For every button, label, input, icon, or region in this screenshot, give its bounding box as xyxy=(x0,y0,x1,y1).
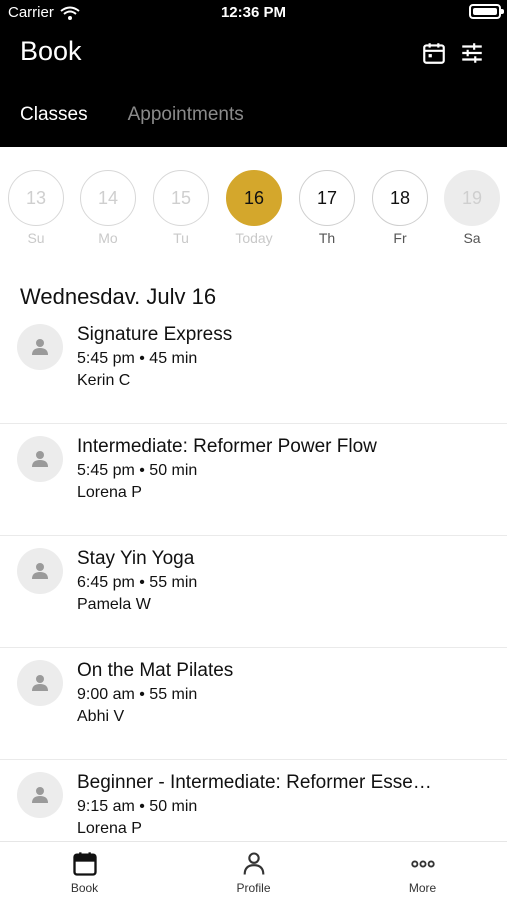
avatar xyxy=(17,324,63,370)
avatar xyxy=(17,436,63,482)
class-name: Stay Yin Yoga xyxy=(77,548,195,569)
class-name: Intermediate: Reformer Power Flow xyxy=(77,436,377,457)
person-icon xyxy=(243,852,264,875)
battery-icon xyxy=(469,4,504,19)
filter-sliders-icon[interactable] xyxy=(459,40,485,66)
page-title: Book xyxy=(20,36,82,66)
calendar-icon xyxy=(72,852,97,876)
class-instructor: Lorena P xyxy=(77,820,142,837)
date-strip: 13 Su 14 Mo 15 Tu 16 Today 17 Th 18 Fr 1… xyxy=(0,170,507,250)
class-name: Signature Express xyxy=(77,324,233,345)
date-13[interactable]: 13 Su xyxy=(8,170,64,246)
class-item[interactable]: Beginner - Intermediate: Reformer Esse… … xyxy=(0,760,507,840)
tabbar-profile[interactable]: Profile xyxy=(169,842,338,900)
tabbar-label: Profile xyxy=(236,881,271,895)
date-number: 17 xyxy=(299,170,355,226)
person-icon xyxy=(32,451,48,467)
avatar xyxy=(17,660,63,706)
header: Carrier 12:36 PM Book Classes Appointmen… xyxy=(0,0,507,147)
class-time: 5:45 pm • 45 min xyxy=(77,350,198,367)
class-item[interactable]: On the Mat Pilates 9:00 am • 55 min Abhi… xyxy=(0,648,507,760)
date-19[interactable]: 19 Sa xyxy=(444,170,500,246)
date-label: Fr xyxy=(393,230,407,246)
class-name: Beginner - Intermediate: Reformer Esse… xyxy=(77,772,432,793)
date-label: Sa xyxy=(463,230,481,246)
class-time: 9:15 am • 50 min xyxy=(77,798,198,815)
person-icon xyxy=(32,339,48,355)
tabbar-book[interactable]: Book xyxy=(0,842,169,900)
date-number: 14 xyxy=(80,170,136,226)
tabbar-label: Book xyxy=(70,881,99,895)
class-name: On the Mat Pilates xyxy=(77,660,234,681)
more-dots-icon xyxy=(410,860,435,868)
date-heading: Wednesdav. Julv 16 xyxy=(20,284,217,309)
class-list: Signature Express 5:45 pm • 45 min Kerin… xyxy=(0,312,507,840)
avatar xyxy=(17,548,63,594)
class-instructor: Pamela W xyxy=(77,596,151,613)
tabs: Classes Appointments xyxy=(20,104,244,126)
status-bar: Carrier 12:36 PM xyxy=(0,0,507,26)
class-item[interactable]: Stay Yin Yoga 6:45 pm • 55 min Pamela W xyxy=(0,536,507,648)
person-icon xyxy=(32,787,48,803)
class-instructor: Lorena P xyxy=(77,484,142,501)
date-label: Su xyxy=(27,230,45,246)
date-label: Tu xyxy=(173,230,189,246)
class-time: 9:00 am • 55 min xyxy=(77,686,198,703)
tab-appointments[interactable]: Appointments xyxy=(128,104,244,126)
avatar xyxy=(17,772,63,818)
person-icon xyxy=(32,675,48,691)
date-number: 19 xyxy=(444,170,500,226)
date-16-today[interactable]: 16 Today xyxy=(226,170,282,246)
tabbar-more[interactable]: More xyxy=(338,842,507,900)
tabbar-label: More xyxy=(408,881,437,895)
class-instructor: Abhi V xyxy=(77,708,125,725)
tab-classes[interactable]: Classes xyxy=(20,104,88,126)
date-15[interactable]: 15 Tu xyxy=(153,170,209,246)
status-time: 12:36 PM xyxy=(220,4,287,21)
class-time: 6:45 pm • 55 min xyxy=(77,574,198,591)
date-number: 16 xyxy=(226,170,282,226)
date-number: 18 xyxy=(372,170,428,226)
date-17[interactable]: 17 Th xyxy=(299,170,355,246)
bottom-tab-bar: Book Profile More xyxy=(0,841,507,900)
class-instructor: Kerin C xyxy=(77,372,131,389)
class-item[interactable]: Intermediate: Reformer Power Flow 5:45 p… xyxy=(0,424,507,536)
class-time: 5:45 pm • 50 min xyxy=(77,462,198,479)
date-label: Th xyxy=(318,230,336,246)
date-number: 13 xyxy=(8,170,64,226)
date-18[interactable]: 18 Fr xyxy=(372,170,428,246)
class-item[interactable]: Signature Express 5:45 pm • 45 min Kerin… xyxy=(0,312,507,424)
date-label: Mo xyxy=(98,230,118,246)
calendar-icon[interactable] xyxy=(421,40,447,66)
date-number: 15 xyxy=(153,170,209,226)
date-14[interactable]: 14 Mo xyxy=(80,170,136,246)
date-label: Today xyxy=(235,230,273,246)
person-icon xyxy=(32,563,48,579)
